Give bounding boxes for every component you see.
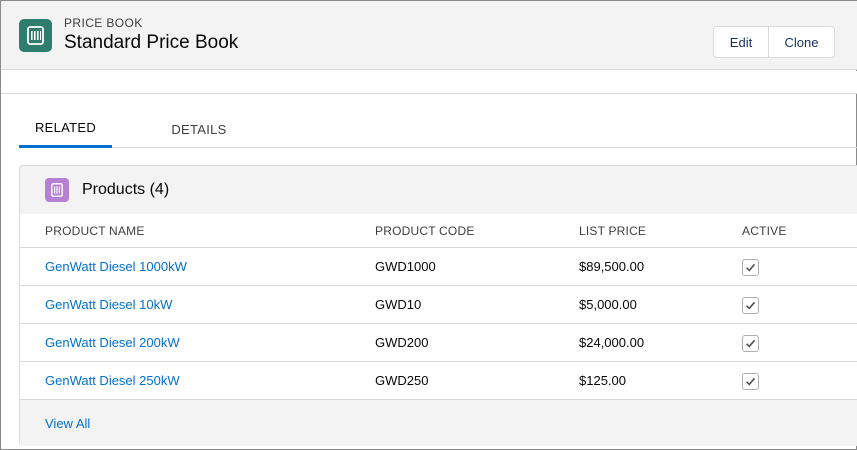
header-actions: Edit Clone xyxy=(713,26,835,58)
active-checkbox xyxy=(742,259,759,276)
products-related-list: Products (4) PRODUCT NAME PRODUCT CODE L… xyxy=(19,165,857,446)
product-code: GWD1000 xyxy=(375,259,436,274)
products-table: PRODUCT NAME PRODUCT CODE LIST PRICE ACT… xyxy=(20,214,857,400)
product-name-link[interactable]: GenWatt Diesel 10kW xyxy=(45,286,172,324)
table-header: PRODUCT NAME PRODUCT CODE LIST PRICE ACT… xyxy=(20,214,857,248)
view-all-link[interactable]: View All xyxy=(45,416,90,431)
card-title[interactable]: Products (4) xyxy=(82,181,169,199)
tab-details[interactable]: DETAILS xyxy=(139,110,259,148)
clone-button[interactable]: Clone xyxy=(769,27,834,57)
edit-button[interactable]: Edit xyxy=(714,27,769,57)
product-name-link[interactable]: GenWatt Diesel 1000kW xyxy=(45,248,187,286)
page-title: Standard Price Book xyxy=(64,32,239,53)
price-book-icon xyxy=(19,19,52,52)
product-code: GWD250 xyxy=(375,373,429,388)
page-header: PRICE BOOK Standard Price Book Edit Clon… xyxy=(1,1,857,70)
column-header-product-code: PRODUCT CODE xyxy=(375,224,475,238)
active-checkbox xyxy=(742,373,759,390)
table-row: GenWatt Diesel 250kW GWD250 $125.00 xyxy=(20,362,857,400)
table-row: GenWatt Diesel 1000kW GWD1000 $89,500.00 xyxy=(20,248,857,286)
active-checkbox xyxy=(742,297,759,314)
column-header-active: ACTIVE xyxy=(742,224,787,238)
list-price: $125.00 xyxy=(579,373,626,388)
card-header: Products (4) xyxy=(20,166,857,214)
product-code: GWD10 xyxy=(375,297,422,312)
list-price: $5,000.00 xyxy=(579,297,637,312)
column-header-product-name: PRODUCT NAME xyxy=(45,224,145,238)
active-checkbox xyxy=(742,335,759,352)
tab-related[interactable]: RELATED xyxy=(19,110,112,148)
table-row: GenWatt Diesel 200kW GWD200 $24,000.00 xyxy=(20,324,857,362)
card-footer: View All xyxy=(20,403,857,446)
record-tabs: RELATED DETAILS xyxy=(19,110,857,148)
list-price: $24,000.00 xyxy=(579,335,645,350)
record-type-label: PRICE BOOK xyxy=(64,16,143,30)
product-code: GWD200 xyxy=(375,335,429,350)
product-icon xyxy=(45,178,69,202)
product-name-link[interactable]: GenWatt Diesel 200kW xyxy=(45,324,180,362)
column-header-list-price: LIST PRICE xyxy=(579,224,647,238)
header-divider xyxy=(1,71,857,94)
table-row: GenWatt Diesel 10kW GWD10 $5,000.00 xyxy=(20,286,857,324)
list-price: $89,500.00 xyxy=(579,259,645,274)
product-name-link[interactable]: GenWatt Diesel 250kW xyxy=(45,362,180,400)
